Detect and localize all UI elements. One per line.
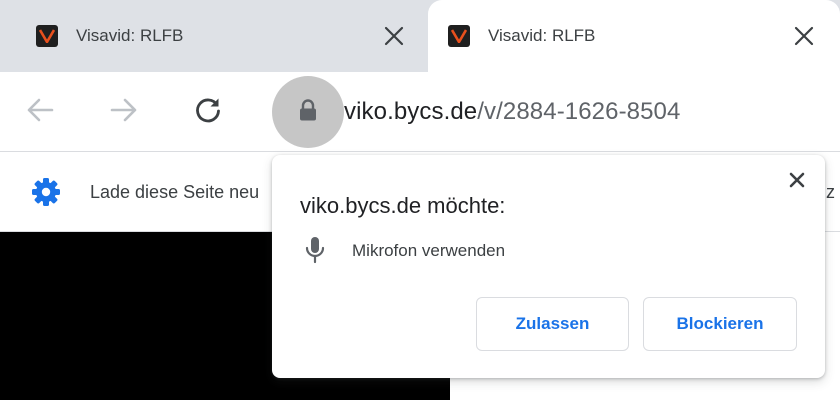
arrow-right-icon [109,95,139,130]
lock-icon [298,98,318,127]
url-host: viko.bycs.de [344,98,478,125]
arrow-left-icon [25,95,55,130]
dialog-title: viko.bycs.de möchte: [300,193,506,218]
microphone-icon [302,235,328,267]
tab-active[interactable]: Visavid: RLFB [428,0,840,72]
back-button[interactable] [20,92,60,132]
tab-inactive[interactable]: Visavid: RLFB [0,0,428,72]
visavid-logo-icon [448,25,470,47]
allow-button[interactable]: Zulassen [476,297,629,351]
forward-button[interactable] [104,92,144,132]
url-text[interactable]: viko.bycs.de/v/2884-1626-8504 [344,98,680,126]
close-icon[interactable] [380,22,408,50]
block-button[interactable]: Blockieren [643,297,797,351]
tab-strip: Visavid: RLFB Visavid: RLFB [0,0,840,72]
url-path: /v/2884-1626-8504 [477,98,681,125]
tab-title: Visavid: RLFB [76,26,184,45]
close-icon[interactable] [784,167,810,193]
permission-label: Mikrofon verwenden [352,241,506,260]
reload-icon [193,95,223,130]
permission-dialog: viko.bycs.de möchte: Mikrofon verwenden … [272,155,825,378]
tab-title: Visavid: RLFB [488,26,596,45]
close-icon[interactable] [790,22,818,50]
gear-icon [30,176,62,208]
site-info-button[interactable] [272,76,344,148]
infobar-message-tail: z [826,182,835,202]
infobar-message: Lade diese Seite neu [90,182,260,202]
address-bar[interactable]: viko.bycs.de/v/2884-1626-8504 [272,76,840,148]
browser-toolbar: viko.bycs.de/v/2884-1626-8504 [0,72,840,152]
visavid-logo-icon [36,25,58,47]
reload-button[interactable] [188,92,228,132]
